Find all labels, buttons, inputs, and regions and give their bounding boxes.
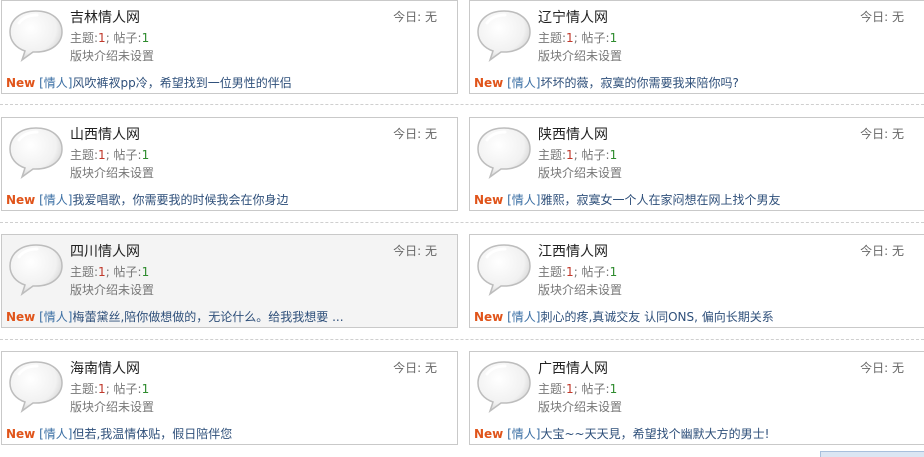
post-tag[interactable]: [情人]	[39, 310, 72, 324]
latest-post: New [情人]刺心的疼,真诚交友 认同ONS, 偏向长期关系	[474, 308, 774, 325]
forum-card-liaoning[interactable]: 辽宁情人网 今日: 无 主题:1; 帖子:1 版块介绍未设置 New [情人]坏…	[469, 0, 924, 94]
latest-post: New [情人]风吹裤衩pp冷，希望找到一位男性的伴侣	[6, 74, 292, 91]
latest-post-link[interactable]: 我爱唱歌，你需要我的时候我会在你身边	[72, 193, 288, 207]
forum-description: 版块介绍未设置	[538, 400, 623, 414]
forum-name[interactable]: 山西情人网	[70, 124, 140, 144]
forum-bubble-icon	[7, 359, 65, 413]
forum-name[interactable]: 海南情人网	[70, 358, 140, 378]
forum-card-sichuan[interactable]: 四川情人网 今日: 无 主题:1; 帖子:1 版块介绍未设置 New [情人]梅…	[1, 234, 458, 328]
today-count: 今日: 无	[860, 127, 904, 141]
latest-post-link[interactable]: 梅蕾黛丝,陪你做想做的，无论什么。给我我想要 ...	[72, 310, 343, 324]
forum-stats: 主题:1; 帖子:1	[70, 265, 150, 279]
forum-description: 版块介绍未设置	[538, 49, 623, 63]
latest-post-link[interactable]: 风吹裤衩pp冷，希望找到一位男性的伴侣	[72, 76, 291, 90]
today-count: 今日: 无	[393, 361, 437, 375]
today-count: 今日: 无	[393, 244, 437, 258]
new-badge: New	[6, 427, 36, 441]
forum-stats: 主题:1; 帖子:1	[70, 31, 150, 45]
post-tag[interactable]: [情人]	[507, 193, 540, 207]
latest-post: New [情人]我爱唱歌，你需要我的时候我会在你身边	[6, 191, 289, 208]
new-badge: New	[6, 193, 36, 207]
forum-description: 版块介绍未设置	[70, 49, 155, 63]
forum-bubble-icon	[475, 125, 533, 179]
forum-bubble-icon	[475, 242, 533, 296]
latest-post-link[interactable]: 刺心的疼,真诚交友 认同ONS, 偏向长期关系	[540, 310, 773, 324]
forum-stats: 主题:1; 帖子:1	[538, 148, 618, 162]
forum-bubble-icon	[7, 8, 65, 62]
forum-name[interactable]: 吉林情人网	[70, 7, 140, 27]
row-divider	[0, 222, 924, 223]
row-divider	[0, 104, 924, 105]
forum-description: 版块介绍未设置	[538, 283, 623, 297]
forum-bubble-icon	[7, 242, 65, 296]
forum-bubble-icon	[475, 8, 533, 62]
forum-stats: 主题:1; 帖子:1	[70, 382, 150, 396]
forum-description: 版块介绍未设置	[70, 283, 155, 297]
forum-description: 版块介绍未设置	[538, 166, 623, 180]
forum-name[interactable]: 陕西情人网	[538, 124, 608, 144]
forum-bubble-icon	[475, 359, 533, 413]
forum-card-hainan[interactable]: 海南情人网 今日: 无 主题:1; 帖子:1 版块介绍未设置 New [情人]但…	[1, 351, 458, 445]
forum-stats: 主题:1; 帖子:1	[538, 382, 618, 396]
forum-stats: 主题:1; 帖子:1	[70, 148, 150, 162]
post-tag[interactable]: [情人]	[507, 427, 540, 441]
forum-card-jiangxi[interactable]: 江西情人网 今日: 无 主题:1; 帖子:1 版块介绍未设置 New [情人]刺…	[469, 234, 924, 328]
today-count: 今日: 无	[393, 10, 437, 24]
today-count: 今日: 无	[860, 244, 904, 258]
forum-card-jilin[interactable]: 吉林情人网 今日: 无 主题:1; 帖子:1 版块介绍未设置 New [情人]风…	[1, 0, 458, 94]
latest-post-link[interactable]: 雅熙，寂寞女一个人在家闷想在网上找个男友	[540, 193, 780, 207]
forum-stats: 主题:1; 帖子:1	[538, 265, 618, 279]
forum-card-guangxi[interactable]: 广西情人网 今日: 无 主题:1; 帖子:1 版块介绍未设置 New [情人]大…	[469, 351, 924, 445]
latest-post: New [情人]但若,我温情体贴，假日陪伴您	[6, 425, 232, 442]
latest-post-link[interactable]: 但若,我温情体贴，假日陪伴您	[72, 427, 232, 441]
forum-bubble-icon	[7, 125, 65, 179]
latest-post-link[interactable]: 大宝~~天天見，希望找个幽默大方的男士!	[540, 427, 769, 441]
forum-card-shaanxi[interactable]: 陕西情人网 今日: 无 主题:1; 帖子:1 版块介绍未设置 New [情人]雅…	[469, 117, 924, 211]
forum-description: 版块介绍未设置	[70, 166, 155, 180]
post-tag[interactable]: [情人]	[507, 76, 540, 90]
forum-name[interactable]: 广西情人网	[538, 358, 608, 378]
forum-name[interactable]: 四川情人网	[70, 241, 140, 261]
new-badge: New	[474, 427, 504, 441]
forum-card-shanxi[interactable]: 山西情人网 今日: 无 主题:1; 帖子:1 版块介绍未设置 New [情人]我…	[1, 117, 458, 211]
latest-post: New [情人]梅蕾黛丝,陪你做想做的，无论什么。给我我想要 ...	[6, 308, 344, 325]
post-tag[interactable]: [情人]	[39, 427, 72, 441]
forum-name[interactable]: 江西情人网	[538, 241, 608, 261]
post-tag[interactable]: [情人]	[39, 193, 72, 207]
latest-post-link[interactable]: 坏坏的薇，寂寞的你需要我来陪你吗?	[540, 76, 738, 90]
post-tag[interactable]: [情人]	[39, 76, 72, 90]
floating-panel-edge[interactable]	[820, 451, 924, 457]
new-badge: New	[6, 310, 36, 324]
today-count: 今日: 无	[860, 361, 904, 375]
new-badge: New	[474, 76, 504, 90]
latest-post: New [情人]坏坏的薇，寂寞的你需要我来陪你吗?	[474, 74, 739, 91]
post-tag[interactable]: [情人]	[507, 310, 540, 324]
latest-post: New [情人]大宝~~天天見，希望找个幽默大方的男士!	[474, 425, 769, 442]
latest-post: New [情人]雅熙，寂寞女一个人在家闷想在网上找个男友	[474, 191, 781, 208]
new-badge: New	[474, 193, 504, 207]
new-badge: New	[474, 310, 504, 324]
forum-stats: 主题:1; 帖子:1	[538, 31, 618, 45]
forum-name[interactable]: 辽宁情人网	[538, 7, 608, 27]
new-badge: New	[6, 76, 36, 90]
row-divider	[0, 339, 924, 340]
today-count: 今日: 无	[393, 127, 437, 141]
forum-description: 版块介绍未设置	[70, 400, 155, 414]
today-count: 今日: 无	[860, 10, 904, 24]
